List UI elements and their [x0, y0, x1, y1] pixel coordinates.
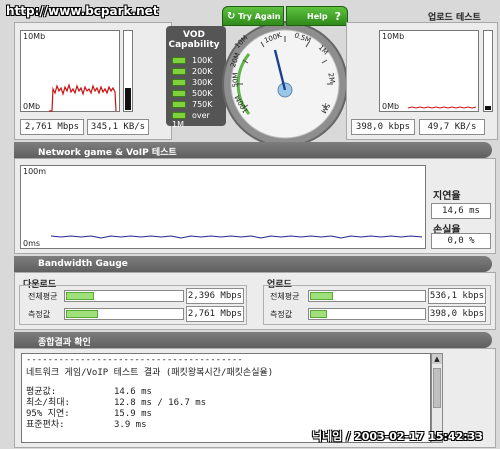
- upload-measured-bar: [308, 308, 426, 320]
- download-measured-label: 측정값: [28, 310, 51, 319]
- latency-label: 지연율: [433, 191, 461, 202]
- download-avg-fill: [66, 292, 94, 300]
- upload-measured-value: 398,0 kbps: [428, 306, 486, 322]
- download-speed-kbs: 345,1 KB/s: [87, 119, 149, 135]
- download-measured-value: 2,761 Mbps: [186, 306, 244, 322]
- upload-measured-label: 측정값: [270, 310, 293, 319]
- loss-value: 0,0 %: [431, 233, 491, 249]
- download-level-meter: [123, 30, 133, 112]
- result-section-header: 종합결과 확인: [14, 332, 492, 348]
- upload-speed-kbps: 398,0 kbps: [351, 119, 415, 135]
- vod-indicator: [172, 68, 186, 75]
- download-speed-mbps: 2,761 Mbps: [20, 119, 84, 135]
- try-again-button[interactable]: ↻ Try Again: [222, 6, 284, 26]
- vod-title: VOD Capability: [166, 30, 222, 50]
- vod-item-300k: 300K: [172, 78, 213, 87]
- download-panel: 10Mb 0Mb 2,761 Mbps 345,1 KB/s: [14, 22, 172, 140]
- bandwidth-panel: 다운로드 전체평균 2,396 Mbps 측정값 2,761 Mbps 업로드 …: [14, 272, 496, 330]
- upload-graph-max: 10Mb: [382, 32, 405, 41]
- voip-panel: 100m 0ms 지연율 14,6 ms 손실율 0,0 %: [14, 158, 496, 254]
- scroll-thumb[interactable]: [433, 368, 441, 408]
- voip-section-header: Network game & VoIP 테스트: [14, 142, 492, 158]
- upload-graph-min: 0Mb: [382, 102, 400, 111]
- upload-level-fill: [485, 106, 491, 110]
- download-graph-min: 0Mb: [23, 102, 41, 111]
- vod-indicator: [172, 112, 186, 119]
- gauge-scale-50m: 50M: [231, 72, 240, 88]
- upload-avg-fill: [310, 292, 333, 300]
- result-row: 평균값: 14.6 ms: [26, 387, 152, 397]
- upload-avg-label: 전체평균: [270, 292, 300, 301]
- vod-title-line2: Capability: [168, 40, 220, 50]
- upload-measured-fill: [310, 310, 327, 318]
- result-row: 최소/최대: 12.8 ms / 16.7 ms: [26, 398, 207, 408]
- help-button[interactable]: Help ?: [286, 6, 348, 26]
- voip-graph-min: 0ms: [23, 239, 41, 248]
- watermark-bottom: 넉네임 / 2003-02-17 15:42:33: [312, 430, 483, 443]
- download-level-fill: [125, 88, 131, 110]
- gauge-scale-2m: 2M: [326, 72, 337, 84]
- download-avg-value: 2,396 Mbps: [186, 288, 244, 304]
- upload-panel: 10Mb 0Mb 398,0 kbps 49,7 KB/s: [346, 22, 498, 140]
- download-measured-bar: [64, 308, 184, 320]
- result-separator: ----------------------------------------: [26, 355, 243, 365]
- vod-item-over-1m: over 1M: [172, 111, 210, 129]
- speed-gauge: 10M 100K 0.5M 1M 2M 5M 100M 50M 20M ↻ Tr…: [220, 4, 350, 150]
- help-label: Help: [307, 12, 328, 21]
- upload-avg-value: 536,1 kbps: [428, 288, 486, 304]
- scroll-up-arrow-icon[interactable]: ▲: [432, 354, 442, 364]
- bandwidth-download-group: 전체평균 2,396 Mbps 측정값 2,761 Mbps: [19, 285, 247, 325]
- upload-level-meter: [483, 30, 493, 112]
- upload-traffic-line: [408, 106, 477, 109]
- vod-indicator: [172, 79, 186, 86]
- upload-graph: 10Mb 0Mb: [379, 30, 479, 112]
- question-mark-icon: ?: [334, 10, 341, 23]
- voip-latency-line: [51, 235, 423, 239]
- vod-title-line1: VOD: [183, 30, 205, 40]
- try-again-label: Try Again: [238, 12, 281, 21]
- vod-item-100k: 100K: [172, 56, 213, 65]
- result-heading: 네트워크 게임/VoIP 테스트 결과 (패킷왕복시간/패킷손실율): [26, 368, 274, 378]
- download-avg-label: 전체평균: [28, 292, 58, 301]
- download-traffic-line: [49, 82, 117, 112]
- download-graph-max: 10Mb: [23, 32, 46, 41]
- vod-capability-panel: VOD Capability 100K 200K 300K 500K 750K …: [166, 26, 226, 129]
- bandwidth-upload-group: 전체평균 536,1 kbps 측정값 398,0 kbps: [263, 285, 491, 325]
- watermark-top: http://www.bcpark.net: [6, 4, 159, 18]
- vod-item-500k: 500K: [172, 89, 213, 98]
- bandwidth-section-header: Bandwidth Gauge: [14, 256, 492, 272]
- upload-avg-bar: [308, 290, 426, 302]
- latency-value: 14,6 ms: [431, 203, 491, 219]
- vod-item-750k: 750K: [172, 100, 213, 109]
- refresh-icon: ↻: [227, 11, 236, 22]
- vod-indicator: [172, 101, 186, 108]
- download-graph: 10Mb 0Mb: [20, 30, 120, 112]
- voip-graph-max: 100m: [23, 167, 47, 176]
- download-measured-fill: [66, 310, 98, 318]
- vod-indicator: [172, 57, 186, 64]
- vod-item-200k: 200K: [172, 67, 213, 76]
- upload-speed-kbs: 49,7 KB/s: [419, 119, 485, 135]
- voip-graph: 100m 0ms: [20, 165, 426, 249]
- vod-indicator: [172, 90, 186, 97]
- download-avg-bar: [64, 290, 184, 302]
- result-row: 95% 지연: 15.9 ms: [26, 409, 152, 419]
- vod-list: 100K 200K 300K 500K 750K over 1M: [172, 56, 224, 129]
